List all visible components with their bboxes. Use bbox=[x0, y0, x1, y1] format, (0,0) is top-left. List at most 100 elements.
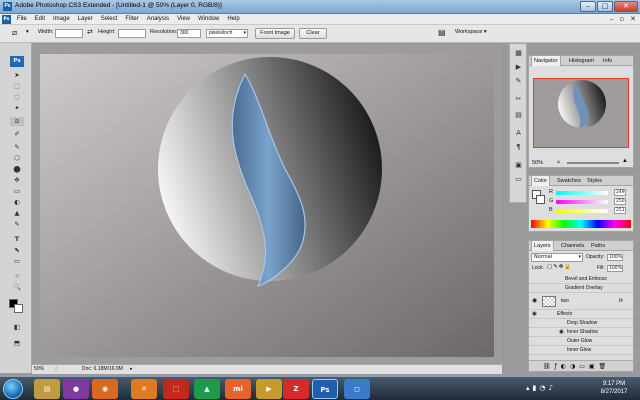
clear-button[interactable]: Clear bbox=[299, 28, 327, 39]
hand-tool-icon[interactable]: ☜ bbox=[10, 272, 24, 281]
tab-layers[interactable]: Layers bbox=[531, 241, 554, 251]
menu-select[interactable]: Select bbox=[97, 16, 122, 22]
green-app-icon[interactable]: ▲ bbox=[194, 379, 220, 399]
color-ramp[interactable] bbox=[531, 220, 631, 228]
blue-value[interactable]: 251 bbox=[614, 207, 626, 214]
layer-comps-icon[interactable]: ▣ bbox=[513, 160, 524, 170]
measurement-log-icon[interactable]: ▭ bbox=[513, 174, 524, 184]
layer-effect-row[interactable]: Drop Shadow bbox=[529, 319, 633, 328]
zoom-in-icon[interactable]: ▲ bbox=[622, 158, 628, 164]
workspace-menu[interactable]: Workspace ▾ bbox=[455, 29, 487, 35]
menu-filter[interactable]: Filter bbox=[121, 16, 142, 22]
blue-app-icon[interactable]: ◻ bbox=[344, 379, 370, 399]
tab-navigator[interactable]: Navigator bbox=[531, 56, 561, 66]
resolution-unit-select[interactable]: pixels/inch ▾ bbox=[206, 29, 248, 38]
zoom-out-icon[interactable]: ▵ bbox=[557, 158, 560, 165]
resolution-field[interactable]: 300 bbox=[177, 29, 201, 38]
menu-image[interactable]: Image bbox=[49, 16, 74, 22]
blend-mode-select[interactable]: Normal ▾ bbox=[531, 253, 583, 262]
actions-icon[interactable]: ▶ bbox=[513, 62, 524, 72]
mi-app-icon[interactable]: mi bbox=[225, 379, 251, 399]
tab-styles[interactable]: Styles bbox=[585, 176, 604, 186]
menu-help[interactable]: Help bbox=[223, 16, 243, 22]
character-icon[interactable]: A bbox=[513, 128, 524, 138]
navigator-zoom-value[interactable]: 50% bbox=[532, 160, 543, 166]
palette-well-icon[interactable]: ▤ bbox=[438, 28, 446, 37]
layer-effect-row[interactable]: ◉ Effects bbox=[529, 310, 633, 319]
screen-mode-icon[interactable]: ⬒ bbox=[10, 339, 24, 348]
navigator-zoom-slider[interactable] bbox=[567, 162, 619, 164]
system-tray-icons[interactable]: ▴▮◔♪ bbox=[526, 384, 556, 392]
menu-file[interactable]: File bbox=[13, 16, 31, 22]
tab-swatches[interactable]: Swatches bbox=[555, 176, 583, 186]
menu-layer[interactable]: Layer bbox=[74, 16, 97, 22]
zoom-readout[interactable]: 50% bbox=[34, 365, 44, 374]
tool-preset-chevron-icon[interactable]: ▾ bbox=[26, 29, 29, 35]
layer-fx-badge[interactable]: fx bbox=[619, 293, 623, 310]
slice-tool-icon[interactable]: ✐ bbox=[10, 130, 24, 139]
doc-minimize-button[interactable]: – bbox=[610, 15, 614, 23]
status-info-icon[interactable]: ◌ bbox=[54, 365, 58, 374]
brush-tool-icon[interactable]: ⬡ bbox=[10, 154, 24, 163]
layer-effect-row[interactable]: ◉ Inner Shadow bbox=[529, 328, 633, 337]
fill-field[interactable]: 100% bbox=[607, 265, 623, 272]
history-brush-tool-icon[interactable]: ✥ bbox=[10, 176, 24, 185]
tool-presets-icon[interactable]: ✂ bbox=[513, 94, 524, 104]
quick-mask-icon[interactable]: ◧ bbox=[10, 323, 24, 332]
paragraph-icon[interactable]: ¶ bbox=[513, 142, 524, 152]
red-app-icon[interactable]: Z bbox=[283, 379, 309, 399]
height-field[interactable] bbox=[118, 29, 146, 38]
menu-edit[interactable]: Edit bbox=[31, 16, 49, 22]
clone-stamp-tool-icon[interactable]: ⬤ bbox=[10, 165, 24, 174]
background-color-swatch[interactable] bbox=[14, 304, 23, 313]
marquee-tool-icon[interactable]: ⬚ bbox=[10, 82, 24, 91]
doc-restore-button[interactable]: ▫ bbox=[619, 15, 624, 23]
close-button[interactable]: ✕ bbox=[614, 1, 638, 12]
move-tool-icon[interactable]: ➤ bbox=[10, 71, 24, 80]
shape-tool-icon[interactable]: ▭ bbox=[10, 257, 24, 266]
menu-analysis[interactable]: Analysis bbox=[143, 16, 173, 22]
swap-dimensions-icon[interactable]: ⇄ bbox=[87, 28, 93, 36]
image-canvas[interactable] bbox=[40, 54, 494, 357]
doc-close-button[interactable]: ✕ bbox=[630, 15, 636, 23]
visibility-eye-icon[interactable]: ◉ bbox=[532, 293, 537, 310]
layer-effect-row[interactable]: Inner Glow bbox=[529, 346, 633, 355]
magic-wand-tool-icon[interactable]: ✦ bbox=[10, 104, 24, 113]
layer-effect-row[interactable]: Gradient Overlay bbox=[529, 284, 633, 293]
dodge-tool-icon[interactable]: ✎ bbox=[10, 220, 24, 229]
crop-tool-icon[interactable]: ⧄ bbox=[10, 117, 24, 126]
type-tool-icon[interactable]: T bbox=[10, 235, 24, 244]
green-value[interactable]: 250 bbox=[614, 198, 626, 205]
clock[interactable]: 9:17 PM 8/27/2017 bbox=[596, 380, 632, 396]
navigator-preview[interactable] bbox=[533, 78, 629, 148]
gradient-tool-icon[interactable]: ◐ bbox=[10, 198, 24, 207]
tab-channels[interactable]: Channels bbox=[559, 241, 586, 251]
tab-info[interactable]: Info bbox=[601, 56, 614, 66]
blue-slider[interactable] bbox=[556, 209, 608, 213]
status-menu-arrow-icon[interactable]: ▸ bbox=[130, 365, 133, 374]
layers-footer-buttons[interactable]: ⛓ƒ◐◑▭▣🗑 bbox=[529, 360, 633, 371]
menu-window[interactable]: Window bbox=[194, 16, 223, 22]
healing-brush-tool-icon[interactable]: ✎ bbox=[10, 143, 24, 152]
zoom-tool-icon[interactable]: 🔍 bbox=[10, 283, 24, 292]
red-value[interactable]: 249 bbox=[614, 189, 626, 196]
history-icon[interactable]: ▦ bbox=[513, 48, 524, 58]
file-explorer-icon[interactable]: ▤ bbox=[34, 379, 60, 399]
menu-view[interactable]: View bbox=[173, 16, 194, 22]
tab-paths[interactable]: Paths bbox=[589, 241, 607, 251]
firefox-icon[interactable]: ◉ bbox=[92, 379, 118, 399]
media-player-icon[interactable]: ● bbox=[63, 379, 89, 399]
layer-row-two[interactable]: ◉ two fx bbox=[529, 293, 633, 310]
blur-tool-icon[interactable]: ▲ bbox=[10, 209, 24, 218]
opacity-field[interactable]: 100% bbox=[607, 254, 623, 261]
photoshop-taskbar-icon[interactable]: Ps bbox=[312, 379, 338, 399]
width-field[interactable] bbox=[55, 29, 83, 38]
lock-icons[interactable]: ▢✎✥🔒 bbox=[547, 264, 572, 270]
tab-color[interactable]: Color bbox=[531, 176, 551, 186]
tab-histogram[interactable]: Histogram bbox=[567, 56, 596, 66]
red-slider[interactable] bbox=[556, 191, 608, 195]
acrobat-icon[interactable]: ⬚ bbox=[163, 379, 189, 399]
minimize-button[interactable]: – bbox=[580, 1, 596, 12]
xampp-icon[interactable]: ✕ bbox=[131, 379, 157, 399]
eraser-tool-icon[interactable]: ▭ bbox=[10, 187, 24, 196]
